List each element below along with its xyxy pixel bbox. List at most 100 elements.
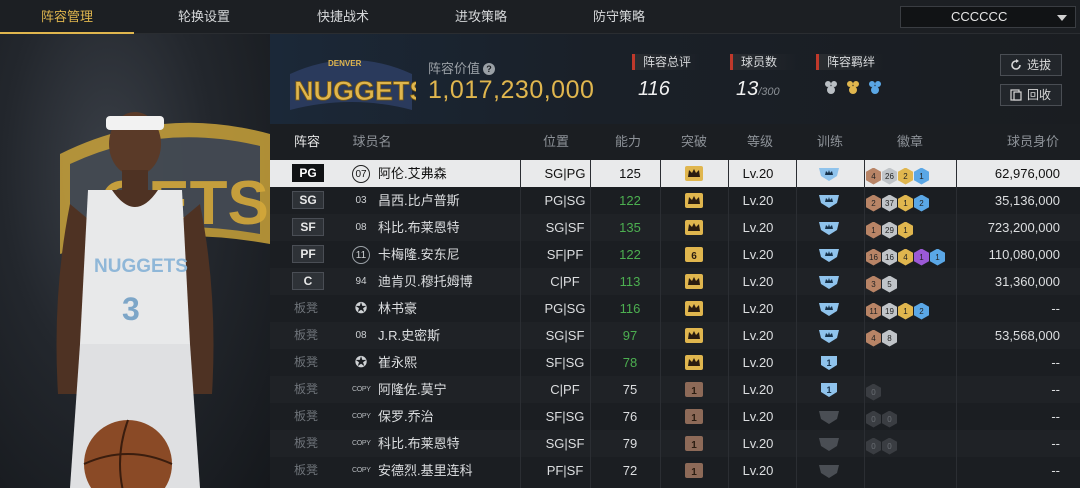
breakthrough-cell[interactable]: 1 [678, 430, 708, 457]
badge-icon[interactable]: 37 [882, 194, 897, 212]
bond-gold-icon[interactable] [844, 78, 862, 96]
breakthrough-cell[interactable]: 1 [678, 457, 708, 484]
tab-offense-strategy[interactable]: 进攻策略 [412, 0, 550, 34]
badge-icon[interactable]: 16 [882, 248, 897, 266]
training-cell[interactable]: 1 [818, 376, 840, 403]
badge-icon[interactable]: 1 [898, 221, 913, 239]
training-shield-icon[interactable] [818, 301, 840, 317]
player-name[interactable]: 崔永熙 [378, 349, 528, 376]
badge-icon[interactable]: 11 [866, 302, 881, 320]
badge-icon[interactable]: 1 [898, 302, 913, 320]
training-shield-icon[interactable] [818, 247, 840, 263]
table-row[interactable]: PF 11 卡梅隆.安东尼 SF|PF 122 6 Lv.20 16 16 4 1 1 … [270, 241, 1080, 268]
training-cell[interactable] [818, 322, 840, 349]
training-cell[interactable] [818, 430, 840, 457]
badge-icon[interactable]: 2 [914, 194, 929, 212]
position-slot-badge[interactable]: PF [292, 245, 324, 263]
badge-icon[interactable]: 26 [882, 167, 897, 185]
breakthrough-cell[interactable] [678, 268, 708, 295]
breakthrough-cell[interactable] [678, 160, 708, 187]
training-shield-icon[interactable] [818, 193, 840, 209]
table-row[interactable]: SF 08 科比.布莱恩特 SG|SF 135 Lv.20 1 29 1 723,2… [270, 214, 1080, 241]
badge-icon[interactable]: 2 [914, 302, 929, 320]
table-row[interactable]: 板凳 COPY 安德烈.基里连科 PF|SF 72 1 Lv.20 -- [270, 457, 1080, 484]
training-cell[interactable] [818, 214, 840, 241]
player-name[interactable]: 林书豪 [378, 295, 528, 322]
badge-icon[interactable]: 2 [866, 194, 881, 212]
tab-quick-tactics[interactable]: 快捷战术 [274, 0, 412, 34]
player-name[interactable]: J.R.史密斯 [378, 322, 528, 349]
table-row[interactable]: 板凳 COPY 保罗.乔治 SF|SG 76 1 Lv.20 00 -- [270, 403, 1080, 430]
player-name[interactable]: 阿隆佐.莫宁 [378, 376, 528, 403]
breakthrough-cell[interactable]: 1 [678, 403, 708, 430]
training-shield-icon[interactable] [818, 274, 840, 290]
table-row[interactable]: 板凳 ✪ 崔永熙 SF|SG 78 Lv.20 1 -- [270, 349, 1080, 376]
badge-icon[interactable]: 0 [882, 410, 897, 428]
training-shield-icon[interactable]: 1 [818, 382, 840, 398]
badge-icon[interactable]: 19 [882, 302, 897, 320]
training-cell[interactable] [818, 187, 840, 214]
tab-rotation-settings[interactable]: 轮换设置 [134, 0, 274, 34]
training-shield-icon[interactable] [818, 409, 840, 425]
position-slot-badge[interactable]: PG [292, 164, 324, 182]
table-row[interactable]: PG 07 阿伦.艾弗森 SG|PG 125 Lv.20 4 26 2 1 62,97… [270, 160, 1080, 187]
player-name[interactable]: 阿伦.艾弗森 [378, 160, 528, 187]
tab-defense-strategy[interactable]: 防守策略 [550, 0, 688, 34]
breakthrough-cell[interactable] [678, 349, 708, 376]
badge-icon[interactable]: 4 [866, 167, 881, 185]
player-name[interactable]: 昌西.比卢普斯 [378, 187, 528, 214]
position-slot-badge[interactable]: SF [292, 218, 324, 236]
badge-icon[interactable]: 1 [914, 167, 929, 185]
bond-silver-icon[interactable] [822, 78, 840, 96]
badge-icon[interactable]: 3 [866, 275, 881, 293]
player-name[interactable]: 迪肯贝.穆托姆博 [378, 268, 528, 295]
training-shield-icon[interactable] [818, 463, 840, 479]
table-row[interactable]: 板凳 COPY 科比.布莱恩特 SG|SF 79 1 Lv.20 00 -- [270, 430, 1080, 457]
training-cell[interactable]: 1 [818, 349, 840, 376]
player-name[interactable]: 保罗.乔治 [378, 403, 528, 430]
breakthrough-cell[interactable]: 1 [678, 376, 708, 403]
help-icon[interactable]: ? [483, 63, 496, 75]
badge-icon[interactable]: 4 [866, 329, 881, 347]
badge-icon[interactable]: 0 [866, 437, 881, 455]
badge-icon[interactable]: 5 [882, 275, 897, 293]
training-cell[interactable] [818, 295, 840, 322]
select-button[interactable]: 选拔 [1000, 54, 1062, 76]
badge-icon[interactable]: 4 [898, 248, 913, 266]
breakthrough-cell[interactable] [678, 295, 708, 322]
player-name[interactable]: 科比.布莱恩特 [378, 214, 528, 241]
training-shield-icon[interactable] [818, 436, 840, 452]
badge-icon[interactable]: 1 [866, 221, 881, 239]
badge-icon[interactable]: 0 [866, 410, 881, 428]
breakthrough-cell[interactable]: 6 [678, 241, 708, 268]
table-row[interactable]: SG 03 昌西.比卢普斯 PG|SG 122 Lv.20 2 37 1 2 35,1… [270, 187, 1080, 214]
bond-blue-icon[interactable] [866, 78, 884, 96]
breakthrough-cell[interactable] [678, 187, 708, 214]
tab-lineup-management[interactable]: 阵容管理 [0, 0, 134, 34]
recycle-button[interactable]: 回收 [1000, 84, 1062, 106]
training-cell[interactable] [818, 457, 840, 484]
badge-icon[interactable]: 29 [882, 221, 897, 239]
player-name[interactable]: 卡梅隆.安东尼 [378, 241, 528, 268]
table-row[interactable]: 板凳 ✪ 林书豪 PG|SG 116 Lv.20 11 19 1 2 -- [270, 295, 1080, 322]
badge-icon[interactable]: 1 [898, 194, 913, 212]
badge-icon[interactable]: 2 [898, 167, 913, 185]
position-slot-badge[interactable]: C [292, 272, 324, 290]
badge-icon[interactable]: 1 [930, 248, 945, 266]
badge-icon[interactable]: 0 [866, 383, 881, 401]
badge-icon[interactable]: 0 [882, 437, 897, 455]
training-cell[interactable] [818, 268, 840, 295]
position-slot-badge[interactable]: SG [292, 191, 324, 209]
training-shield-icon[interactable] [818, 166, 840, 182]
badge-icon[interactable]: 16 [866, 248, 881, 266]
badge-icon[interactable]: 1 [914, 248, 929, 266]
training-shield-icon[interactable] [818, 220, 840, 236]
training-cell[interactable] [818, 241, 840, 268]
breakthrough-cell[interactable] [678, 322, 708, 349]
table-row[interactable]: 板凳 08 J.R.史密斯 SG|SF 97 Lv.20 48 53,568,0… [270, 322, 1080, 349]
player-name[interactable]: 安德烈.基里连科 [378, 457, 528, 484]
table-row[interactable]: C 94 迪肯贝.穆托姆博 C|PF 113 Lv.20 35 31,360,0… [270, 268, 1080, 295]
table-row[interactable]: 板凳 COPY 阿隆佐.莫宁 C|PF 75 1 Lv.20 1 0 -- [270, 376, 1080, 403]
badge-icon[interactable]: 8 [882, 329, 897, 347]
breakthrough-cell[interactable] [678, 214, 708, 241]
